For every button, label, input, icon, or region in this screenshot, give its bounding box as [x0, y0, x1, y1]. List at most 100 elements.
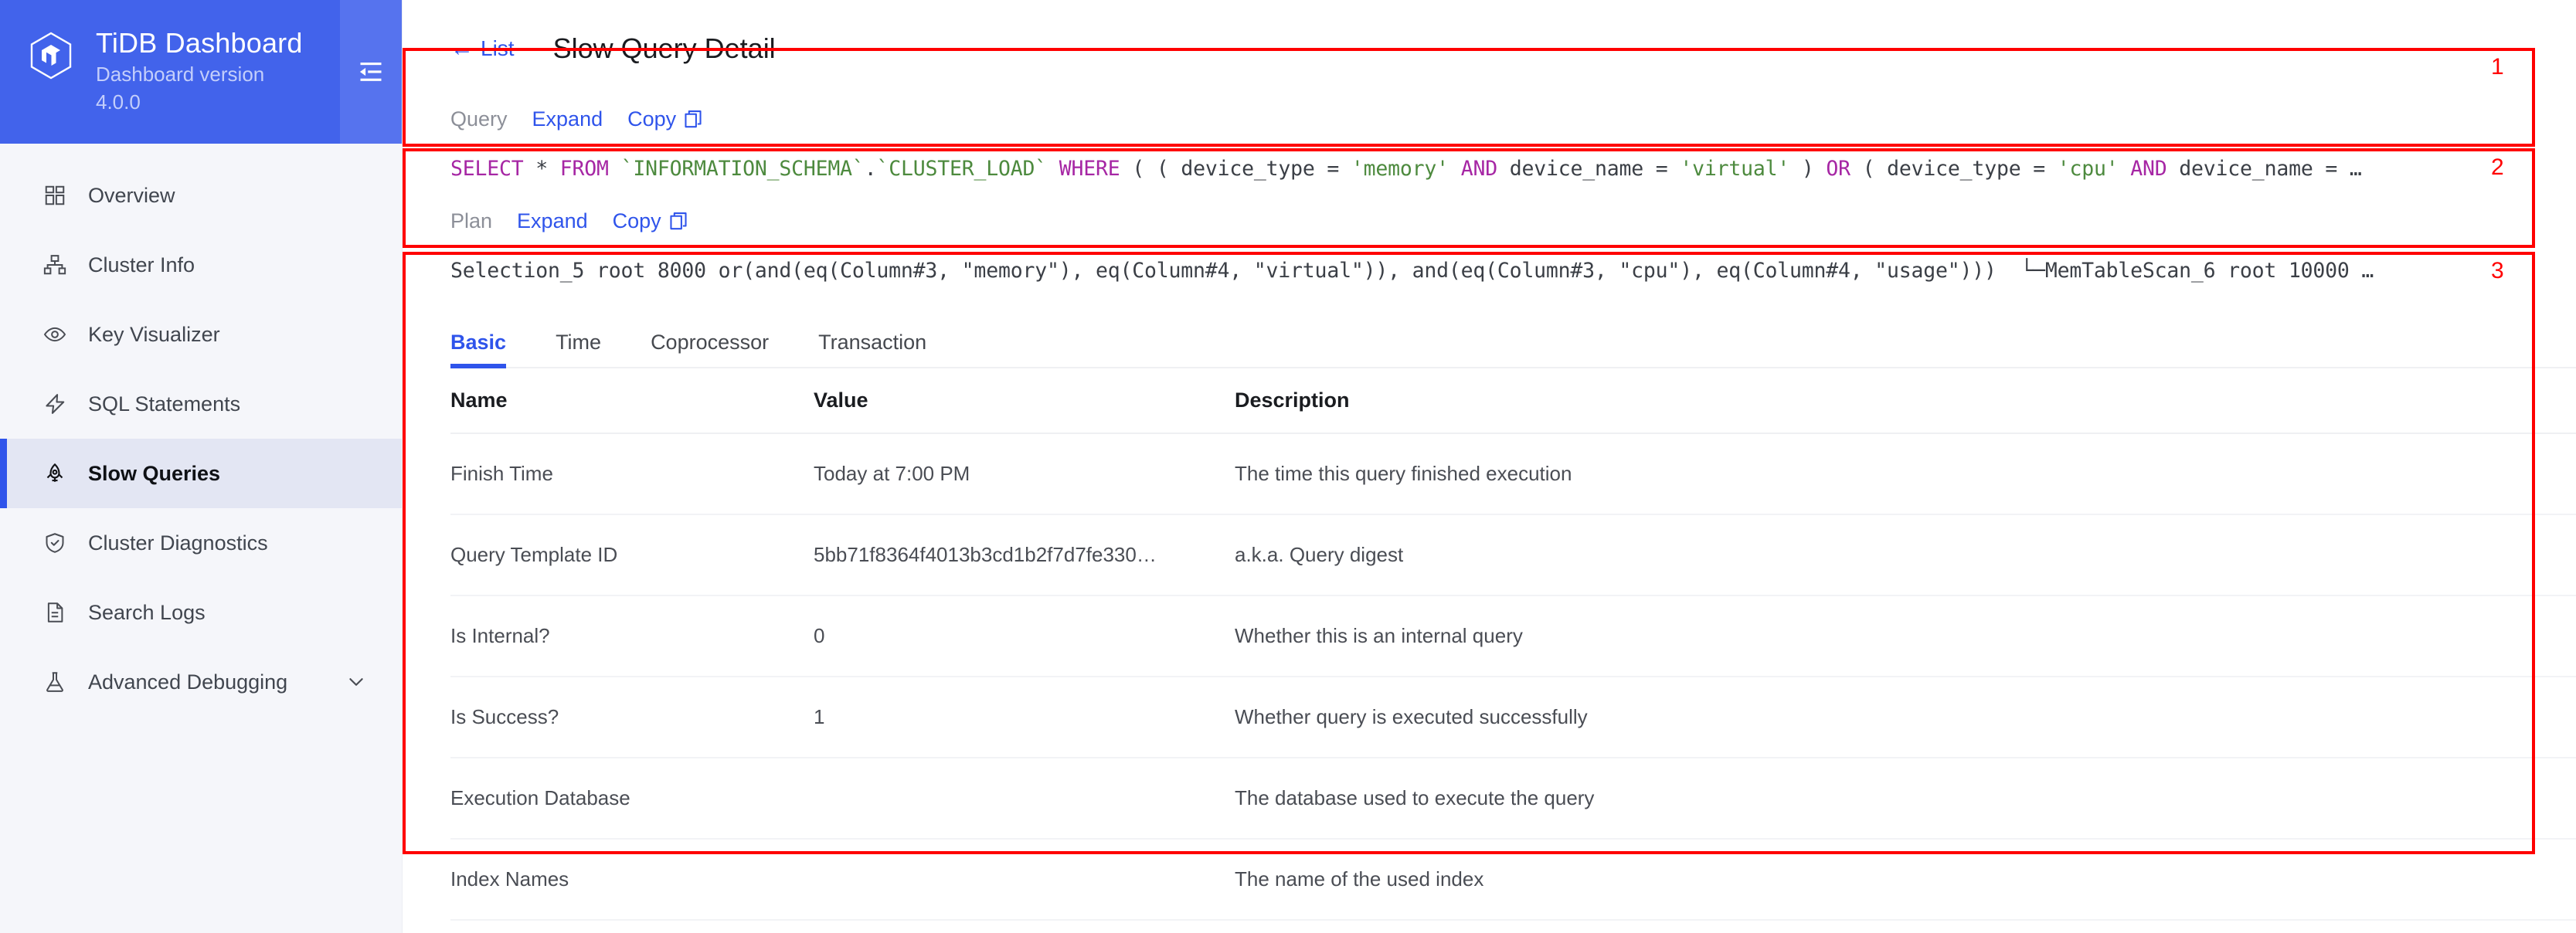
cell-value: 5bb71f8364f4013b3cd1b2f7d7fe330…: [814, 514, 1235, 596]
cell-name: Index Names: [450, 839, 814, 921]
tab-transaction[interactable]: Transaction: [818, 331, 926, 367]
column-header-value: Value: [814, 368, 1235, 434]
sidebar-item-label: Cluster Diagnostics: [88, 531, 268, 555]
annotation-number-3: 3: [2491, 258, 2504, 283]
plan-expand-button[interactable]: Expand: [517, 209, 588, 233]
detail-table-wrap: Name Value Description Finish Time Today …: [403, 368, 2576, 921]
main-content: ← List Slow Query Detail Query Expand Co…: [403, 0, 2576, 933]
sidebar-item-label: Cluster Info: [88, 253, 195, 277]
brand-header: TiDB Dashboard Dashboard version 4.0.0: [0, 0, 402, 144]
sidebar: TiDB Dashboard Dashboard version 4.0.0 O…: [0, 0, 403, 933]
tab-time[interactable]: Time: [556, 331, 601, 367]
app-root: TiDB Dashboard Dashboard version 4.0.0 O…: [0, 0, 2576, 933]
chevron-down-icon[interactable]: [346, 672, 366, 692]
sql-token: *: [523, 157, 560, 181]
query-copy-button[interactable]: Copy: [627, 107, 703, 131]
table-row[interactable]: Is Success? 1 Whether query is executed su…: [450, 677, 2576, 758]
query-copy-label: Copy: [627, 107, 677, 131]
tab-label: Time: [556, 331, 602, 354]
arrow-left-icon: ←: [450, 35, 474, 61]
cell-value: [814, 839, 1235, 921]
detail-tabs: Basic Time Coprocessor Transaction: [403, 310, 2576, 368]
tab-coprocessor[interactable]: Coprocessor: [651, 331, 769, 367]
file-lines-icon: [42, 599, 68, 626]
sidebar-item-label: SQL Statements: [88, 392, 241, 416]
tab-basic[interactable]: Basic: [450, 331, 507, 368]
column-header-description: Description: [1235, 368, 2576, 434]
query-sql-text: SELECT * FROM `INFORMATION_SCHEMA`.`CLUS…: [450, 154, 2576, 185]
sql-token: SELECT: [450, 157, 524, 181]
sql-token: WHERE: [1059, 157, 1120, 181]
cell-name: Execution Database: [450, 758, 814, 840]
rocket-icon: [42, 460, 68, 487]
sidebar-item-cluster-info[interactable]: Cluster Info: [0, 230, 402, 300]
tidb-hexagon-logo-icon: [26, 31, 76, 80]
table-row[interactable]: Index Names The name of the used index: [450, 839, 2576, 921]
query-expand-label: Expand: [532, 107, 603, 131]
sql-token: device_name =: [1497, 157, 1681, 181]
sql-token: .: [864, 157, 877, 181]
sidebar-item-label: Key Visualizer: [88, 322, 220, 346]
cluster-nodes-icon: [42, 252, 68, 278]
sidebar-item-search-logs[interactable]: Search Logs: [0, 578, 402, 647]
table-row[interactable]: Execution Database The database used to e…: [450, 758, 2576, 840]
plan-panel-label: Plan: [450, 209, 493, 232]
cell-value: 1: [814, 677, 1235, 758]
sidebar-item-label: Search Logs: [88, 600, 206, 624]
cell-description: a.k.a. Query digest: [1235, 514, 2576, 596]
sql-token: 'cpu': [2057, 157, 2119, 181]
cell-name: Is Internal?: [450, 595, 814, 677]
back-to-list-link[interactable]: ← List: [450, 36, 515, 61]
flask-icon: [42, 669, 68, 695]
brand-title: TiDB Dashboard: [96, 27, 303, 59]
sidebar-item-advanced-debugging[interactable]: Advanced Debugging: [0, 647, 402, 717]
sql-token: AND: [1460, 157, 1497, 181]
detail-table: Name Value Description Finish Time Today …: [450, 368, 2576, 921]
cell-description: Whether this is an internal query: [1235, 595, 2576, 677]
page-header: ← List Slow Query Detail: [403, 0, 2576, 97]
cell-name: Query Template ID: [450, 514, 814, 596]
sql-token: FROM: [559, 157, 609, 181]
table-row[interactable]: Is Internal? 0 Whether this is an internal…: [450, 595, 2576, 677]
query-panel: Query Expand Copy SELECT * FROM `INFORMA…: [403, 100, 2576, 185]
sidebar-item-overview[interactable]: Overview: [0, 161, 402, 230]
cell-description: The name of the used index: [1235, 839, 2576, 921]
tab-label: Basic: [450, 331, 507, 354]
sidebar-item-slow-queries[interactable]: Slow Queries: [0, 439, 402, 508]
sidebar-nav: Overview Cluster Info Key Visualizer SQL…: [0, 144, 402, 717]
cell-value: 0: [814, 595, 1235, 677]
grid-icon: [42, 182, 68, 209]
cell-value: Today at 7:00 PM: [814, 433, 1235, 515]
plan-copy-button[interactable]: Copy: [613, 209, 688, 233]
sql-token: device_name = …: [2166, 157, 2362, 181]
sidebar-item-key-visualizer[interactable]: Key Visualizer: [0, 300, 402, 369]
sql-token: ( ( device_type =: [1120, 157, 1351, 181]
cell-description: Whether query is executed successfully: [1235, 677, 2576, 758]
cell-value: [814, 758, 1235, 840]
sidebar-item-sql-statements[interactable]: SQL Statements: [0, 369, 402, 439]
cell-name: Finish Time: [450, 433, 814, 515]
plan-copy-label: Copy: [612, 209, 661, 232]
cell-name: Is Success?: [450, 677, 814, 758]
column-header-name: Name: [450, 368, 814, 434]
query-expand-button[interactable]: Expand: [532, 107, 603, 131]
annotation-number-1: 1: [2491, 54, 2504, 80]
copy-icon: [683, 109, 703, 129]
plan-panel: Plan Expand Copy Selection_5 root 8000 o…: [403, 202, 2576, 287]
sql-token: `CLUSTER_LOAD`: [876, 157, 1048, 181]
sql-token: AND: [2130, 157, 2167, 181]
menu-collapse-icon[interactable]: [340, 0, 402, 144]
copy-icon: [668, 211, 688, 231]
sidebar-item-label: Slow Queries: [88, 461, 221, 485]
annotation-number-2: 2: [2491, 154, 2504, 180]
table-row[interactable]: Query Template ID 5bb71f8364f4013b3cd1b2f…: [450, 514, 2576, 596]
eye-icon: [42, 321, 68, 348]
sidebar-item-cluster-diagnostics[interactable]: Cluster Diagnostics: [0, 508, 402, 578]
table-row[interactable]: Finish Time Today at 7:00 PM The time this…: [450, 433, 2576, 515]
sidebar-item-label: Advanced Debugging: [88, 670, 288, 694]
page-title: Slow Query Detail: [552, 32, 776, 64]
cell-description: The time this query finished execution: [1235, 433, 2576, 515]
